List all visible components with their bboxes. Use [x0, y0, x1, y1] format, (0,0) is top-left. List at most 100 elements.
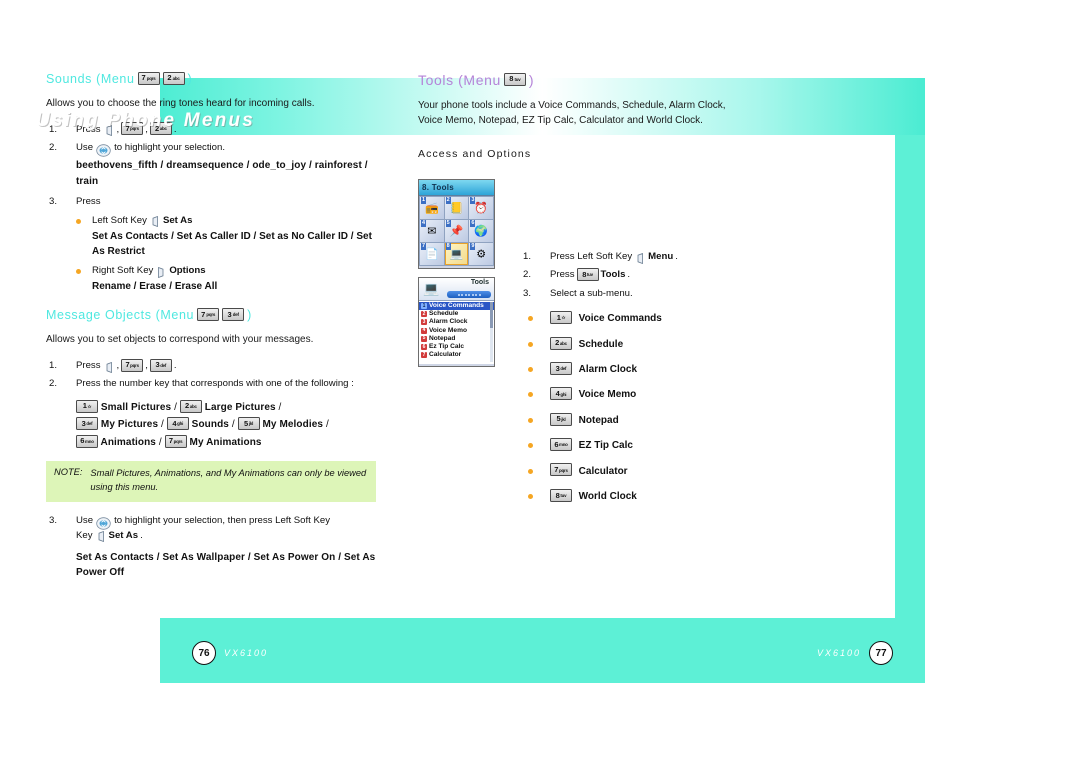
grid-cell: 5 📌	[444, 220, 469, 242]
item-key: 7	[421, 351, 427, 359]
message-objects-steps: 1. Press , 7 pqrs , 3 def . 2. Press the n…	[46, 358, 376, 452]
key-option-label: My Melodies	[262, 419, 324, 431]
navigation-key-icon	[96, 517, 111, 530]
step-text: Use	[76, 515, 94, 527]
right-soft-key-bullet: Right Soft Key Options Rename / Erase / …	[76, 264, 376, 294]
step-text-mid: to highlight your selection, then press …	[114, 515, 331, 527]
key-1-icon: 1 ☆	[76, 399, 98, 413]
submenu-item-voice-commands: 1 ☆ Voice Commands	[520, 311, 770, 326]
key-option-label: Small Pictures	[100, 401, 172, 413]
bullet-dot-icon	[528, 392, 533, 398]
bullet-label: Right Soft Key	[92, 265, 154, 277]
left-page-footer: 76 VX6100	[192, 641, 268, 665]
ringtone-options: beethovens_fifth / dreamsequence / ode_t…	[76, 160, 368, 187]
bullet-dot-icon	[528, 443, 533, 449]
submenu-label: Voice Commands	[578, 313, 662, 325]
icon-grid: 1 📻 2 📒 3 ⏰ 4 ✉ 5 📌 6 🌍 7 📄 8 💻 9 ⚙	[419, 196, 494, 266]
bullet-dot-icon	[528, 468, 533, 474]
left-page-content: Sounds (Menu 7 pqrs 2 abc ) Allows you to …	[46, 71, 376, 587]
bullet-dot-icon	[76, 269, 81, 275]
right-page-number: 77	[869, 641, 893, 665]
step-number: 2.	[49, 141, 58, 153]
key-7-icon: 7 pqrs	[121, 358, 144, 372]
bullet-dot-icon	[528, 366, 533, 372]
left-page-number: 76	[192, 641, 216, 665]
right-page-content: Tools (Menu 8 tuv ) Your phone tools incl…	[418, 72, 748, 169]
key-2-icon: 2 abc	[179, 399, 202, 413]
key-3-icon: 3 def	[149, 358, 172, 372]
key-1-icon: 1 ☆	[550, 311, 572, 325]
bullet-dot-icon	[528, 341, 533, 347]
item-label: Notepad	[429, 334, 456, 342]
submenu-label: World Clock	[578, 490, 637, 502]
key-3-icon: 3 def	[222, 307, 245, 321]
pin-icon: 📌	[449, 225, 464, 238]
submenu-item-ez-tip-calc: 6 mno EZ Tip Calc	[520, 438, 770, 453]
submenu-item-schedule: 2 abc Schedule	[520, 336, 770, 352]
message-objects-intro: Allows you to set objects to correspond …	[46, 334, 314, 346]
item-key: 2	[421, 310, 427, 318]
mo-step-1: 1. Press , 7 pqrs , 3 def .	[46, 358, 376, 373]
clock-icon: ⏰	[474, 202, 489, 215]
step-bold: Tools	[600, 269, 626, 281]
step-number: 2.	[523, 269, 532, 281]
submenu-item-world-clock: 8 tuv World Clock	[520, 488, 770, 504]
submenu-item-notepad: 5 jkl Notepad	[520, 412, 770, 428]
key-4-icon: 4 ghi	[166, 417, 189, 431]
sounds-heading-text: Sounds (Menu	[46, 72, 135, 86]
step-bold: Menu	[648, 251, 674, 262]
key-5-icon: 5 jkl	[237, 417, 260, 431]
item-label: Voice Memo	[429, 326, 467, 334]
step-text-after: to highlight your selection.	[114, 141, 225, 153]
left-soft-key-icon	[98, 531, 104, 543]
tools-step-2: 2. Press 8 tuv Tools .	[520, 268, 770, 282]
phone-screenshot-tools-grid: 8. Tools 1 📻 2 📒 3 ⏰ 4 ✉ 5 📌 6 🌍 7 📄 8 💻 9 ⚙	[418, 179, 495, 269]
item-key: 5	[421, 335, 427, 342]
key-5-icon: 5 jkl	[550, 412, 572, 426]
message-objects-final-step: 3. Use to highlight your selection, then…	[46, 514, 376, 581]
right-model-name: VX6100	[816, 648, 861, 658]
key-8-icon: 8 tuv	[576, 268, 599, 282]
document-icon: 📄	[424, 248, 439, 261]
step-text: Press	[550, 269, 575, 281]
submenu-label: Calculator	[578, 465, 628, 477]
settings-gear-icon: ⚙	[476, 248, 487, 261]
grid-cell: 7 📄	[420, 243, 444, 265]
tools-list-items: 1 Voice Commands 2 Schedule 3 Alarm Clock 4…	[419, 301, 494, 364]
key-6-icon: 6 mno	[76, 434, 98, 448]
grid-cell-selected: 8 💻	[444, 243, 469, 265]
grid-cell: 2 📒	[444, 197, 469, 219]
phone-screenshot-tools-list: 💻 Tools 1 Voice Commands 2 Schedule 3 Alarm…	[418, 277, 495, 367]
submenu-item-calculator: 7 pqrs Calculator	[520, 463, 770, 479]
list-item: 6 Ez Tip Calc	[419, 343, 494, 351]
list-scrollbar[interactable]	[490, 302, 493, 362]
tools-submenu-list: 1 ☆ Voice Commands 2 abc Schedule 3 def Ala…	[520, 311, 770, 504]
mo-step-3: 3. Use to highlight your selection, then…	[46, 514, 376, 581]
tools-heading-close: )	[528, 72, 535, 88]
sounds-steps: 1. Press , 7 pqrs , 2 abc . 2. Use to hi…	[46, 122, 376, 295]
submenu-label: Schedule	[578, 338, 624, 350]
tools-step-3: 3. Select a sub-menu.	[520, 287, 770, 301]
tools-steps-wrap: 1. Press Left Soft Key Menu . 2. Press 8…	[520, 250, 770, 514]
note-label: NOTE:	[54, 467, 83, 478]
step-number: 2.	[49, 378, 58, 390]
submenu-label: Notepad	[578, 414, 619, 426]
options-list: Rename / Erase / Erase All	[92, 281, 218, 293]
step-text-after: .	[627, 269, 631, 281]
sounds-step3-bullets: Left Soft Key Set As Set As Contacts / S…	[76, 214, 376, 295]
step-text-after: .	[173, 359, 177, 371]
message-icon: ✉	[427, 225, 437, 238]
bullet-bold: Options	[169, 265, 206, 277]
item-label: Schedule	[429, 310, 459, 318]
sounds-section-heading: Sounds (Menu 7 pqrs 2 abc )	[46, 71, 376, 86]
message-object-key-options: 1 ☆ Small Pictures / 2 abc Large Pictures …	[76, 399, 376, 452]
item-key: 1	[421, 302, 427, 310]
tools-heading-text: Tools (Menu	[418, 72, 501, 88]
cell-number: 4	[421, 220, 427, 227]
message-objects-section-heading: Message Objects (Menu 7 pqrs 3 def )	[46, 307, 376, 322]
tools-intro: Your phone tools include a Voice Command…	[418, 100, 726, 126]
navigation-key-icon	[96, 143, 111, 157]
step-number: 1.	[523, 251, 532, 262]
set-as-options: Set As Contacts / Set As Caller ID / Set…	[92, 231, 372, 258]
globe-icon: 🌍	[474, 225, 489, 238]
